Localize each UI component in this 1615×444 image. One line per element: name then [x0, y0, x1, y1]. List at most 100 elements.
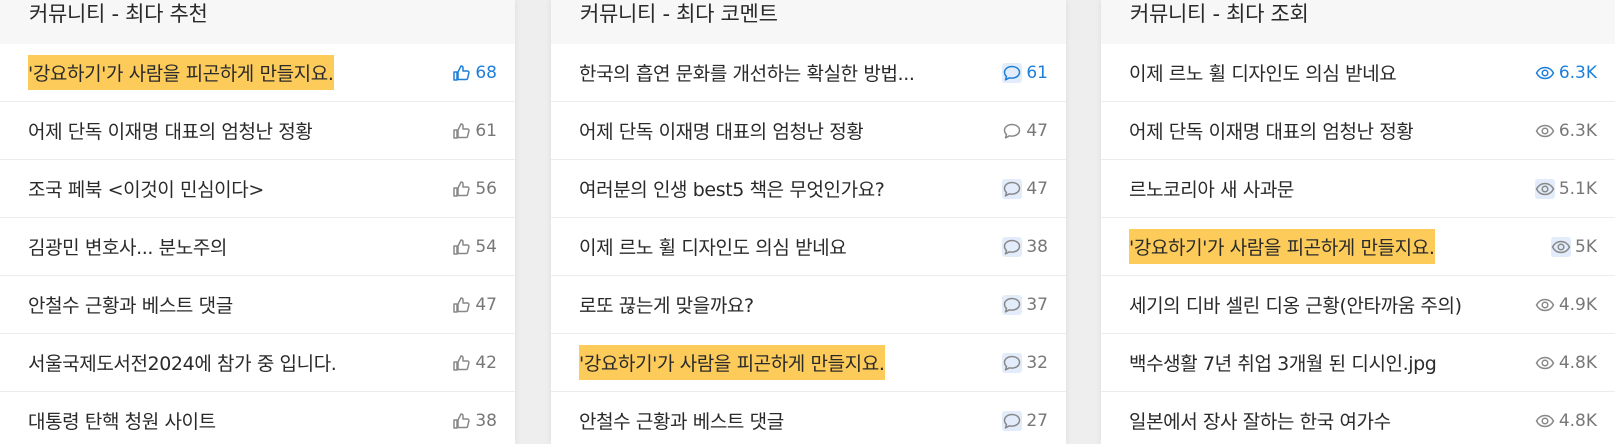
eye-icon — [1535, 63, 1555, 83]
post-title[interactable]: 김광민 변호사... 분노주의 — [28, 229, 227, 264]
post-title[interactable]: 이제 르노 휠 디자인도 의심 받네요 — [579, 229, 846, 264]
list-item[interactable]: 어제 단독 이재명 대표의 엄청난 정황 6.3K — [1101, 102, 1615, 160]
list-item[interactable]: 조국 페북 <이것이 민심이다> 56 — [0, 160, 515, 218]
most-viewed-panel: 커뮤니티 - 최다 조회 이제 르노 휠 디자인도 의심 받네요 6.3K 어제 … — [1101, 0, 1615, 444]
post-list: 한국의 흡연 문화를 개선하는 확실한 방법... 61 어제 단독 이재명 대표… — [551, 44, 1066, 444]
panel-header: 커뮤니티 - 최다 코멘트 — [551, 0, 1066, 44]
comment-count: 37 — [1002, 294, 1048, 315]
list-item[interactable]: 여러분의 인생 best5 책은 무엇인가요? 47 — [551, 160, 1066, 218]
eye-icon — [1535, 353, 1555, 373]
post-title[interactable]: 이제 르노 휠 디자인도 의심 받네요 — [1129, 55, 1396, 90]
post-title[interactable]: 안철수 근황과 베스트 댓글 — [579, 403, 784, 438]
list-item[interactable]: '강요하기'가 사람을 피곤하게 만들지요. 5K — [1101, 218, 1615, 276]
list-item[interactable]: 이제 르노 휠 디자인도 의심 받네요 6.3K — [1101, 44, 1615, 102]
count-value: 37 — [1026, 294, 1048, 315]
list-item[interactable]: 세기의 디바 셀린 디옹 근황(안타까움 주의) 4.9K — [1101, 276, 1615, 334]
list-item[interactable]: 로또 끊는게 맞을까요? 37 — [551, 276, 1066, 334]
post-title[interactable]: '강요하기'가 사람을 피곤하게 만들지요. — [28, 55, 334, 90]
post-title[interactable]: 어제 단독 이재명 대표의 엄청난 정황 — [579, 113, 863, 148]
list-item[interactable]: '강요하기'가 사람을 피곤하게 만들지요. 32 — [551, 334, 1066, 392]
list-item[interactable]: 대통령 탄핵 청원 사이트 38 — [0, 392, 515, 444]
count-value: 6.3K — [1558, 120, 1597, 141]
list-item[interactable]: 이제 르노 휠 디자인도 의심 받네요 38 — [551, 218, 1066, 276]
count-value: 38 — [475, 410, 497, 431]
post-title[interactable]: 한국의 흡연 문화를 개선하는 확실한 방법... — [579, 55, 914, 90]
count-value: 61 — [1026, 62, 1048, 83]
comment-icon — [1002, 62, 1023, 83]
thumbs-up-icon — [451, 353, 471, 373]
count-value: 42 — [475, 352, 497, 373]
post-title[interactable]: 대통령 탄핵 청원 사이트 — [28, 403, 216, 438]
comment-count: 47 — [1002, 121, 1048, 141]
comment-icon — [1002, 236, 1023, 257]
view-count: 5.1K — [1534, 178, 1597, 199]
post-title[interactable]: 르노코리아 새 사과문 — [1129, 171, 1294, 206]
list-item[interactable]: 어제 단독 이재명 대표의 엄청난 정황 61 — [0, 102, 515, 160]
count-value: 61 — [475, 120, 497, 141]
view-count: 6.3K — [1535, 63, 1597, 83]
comment-count: 47 — [1002, 178, 1048, 199]
count-value: 4.8K — [1558, 410, 1597, 431]
list-item[interactable]: 일본에서 장사 잘하는 한국 여가수 4.8K — [1101, 392, 1615, 444]
comment-icon — [1002, 121, 1022, 141]
thumbs-up-icon — [451, 295, 471, 315]
thumbs-up-icon — [451, 63, 471, 83]
eye-icon — [1535, 411, 1555, 431]
recommend-count: 54 — [451, 237, 497, 257]
panel-title: 커뮤니티 - 최다 코멘트 — [580, 2, 778, 26]
list-item[interactable]: 어제 단독 이재명 대표의 엄청난 정황 47 — [551, 102, 1066, 160]
post-title[interactable]: 로또 끊는게 맞을까요? — [579, 287, 754, 322]
post-title[interactable]: 백수생활 7년 취업 3개월 된 디시인.jpg — [1129, 345, 1436, 380]
post-title[interactable]: 안철수 근황과 베스트 댓글 — [28, 287, 233, 322]
count-value: 4.8K — [1558, 352, 1597, 373]
count-value: 47 — [1026, 178, 1048, 199]
post-title[interactable]: 일본에서 장사 잘하는 한국 여가수 — [1129, 403, 1391, 438]
count-value: 56 — [475, 178, 497, 199]
eye-icon — [1551, 236, 1572, 257]
comment-icon — [1002, 352, 1023, 373]
list-item[interactable]: 안철수 근황과 베스트 댓글 27 — [551, 392, 1066, 444]
count-value: 5K — [1575, 236, 1597, 257]
post-list: 이제 르노 휠 디자인도 의심 받네요 6.3K 어제 단독 이재명 대표의 엄청… — [1101, 44, 1615, 444]
count-value: 68 — [475, 62, 497, 83]
view-count: 5K — [1551, 236, 1597, 257]
post-title[interactable]: '강요하기'가 사람을 피곤하게 만들지요. — [1129, 229, 1435, 264]
list-item[interactable]: 김광민 변호사... 분노주의 54 — [0, 218, 515, 276]
view-count: 4.8K — [1535, 353, 1597, 373]
thumbs-up-icon — [451, 179, 471, 199]
recommend-count: 56 — [451, 179, 497, 199]
list-item[interactable]: 안철수 근황과 베스트 댓글 47 — [0, 276, 515, 334]
count-value: 32 — [1026, 352, 1048, 373]
list-item[interactable]: 서울국제도서전2024에 참가 중 입니다. 42 — [0, 334, 515, 392]
recommend-count: 38 — [451, 411, 497, 431]
eye-icon — [1534, 178, 1555, 199]
count-value: 47 — [475, 294, 497, 315]
eye-icon — [1535, 121, 1555, 141]
count-value: 27 — [1026, 410, 1048, 431]
count-value: 6.3K — [1558, 62, 1597, 83]
post-title[interactable]: 어제 단독 이재명 대표의 엄청난 정황 — [28, 113, 312, 148]
list-item[interactable]: 르노코리아 새 사과문 5.1K — [1101, 160, 1615, 218]
count-value: 47 — [1026, 120, 1048, 141]
post-title[interactable]: 어제 단독 이재명 대표의 엄청난 정황 — [1129, 113, 1413, 148]
post-list: '강요하기'가 사람을 피곤하게 만들지요. 68 어제 단독 이재명 대표의 엄… — [0, 44, 515, 444]
recommend-count: 61 — [451, 121, 497, 141]
eye-icon — [1535, 295, 1555, 315]
view-count: 6.3K — [1535, 121, 1597, 141]
post-title[interactable]: 여러분의 인생 best5 책은 무엇인가요? — [579, 171, 884, 206]
post-title[interactable]: 세기의 디바 셀린 디옹 근황(안타까움 주의) — [1129, 287, 1462, 322]
post-title[interactable]: '강요하기'가 사람을 피곤하게 만들지요. — [579, 345, 885, 380]
list-item[interactable]: '강요하기'가 사람을 피곤하게 만들지요. 68 — [0, 44, 515, 102]
comment-icon — [1002, 178, 1023, 199]
post-title[interactable]: 서울국제도서전2024에 참가 중 입니다. — [28, 345, 336, 380]
recommend-count: 68 — [451, 63, 497, 83]
comment-count: 27 — [1002, 410, 1048, 431]
list-item[interactable]: 한국의 흡연 문화를 개선하는 확실한 방법... 61 — [551, 44, 1066, 102]
community-rankings: 커뮤니티 - 최다 추천 '강요하기'가 사람을 피곤하게 만들지요. 68 어제… — [0, 0, 1615, 444]
count-value: 54 — [475, 236, 497, 257]
post-title[interactable]: 조국 페북 <이것이 민심이다> — [28, 171, 264, 206]
comment-icon — [1002, 410, 1023, 431]
count-value: 5.1K — [1558, 178, 1597, 199]
list-item[interactable]: 백수생활 7년 취업 3개월 된 디시인.jpg 4.8K — [1101, 334, 1615, 392]
panel-header: 커뮤니티 - 최다 추천 — [0, 0, 515, 44]
